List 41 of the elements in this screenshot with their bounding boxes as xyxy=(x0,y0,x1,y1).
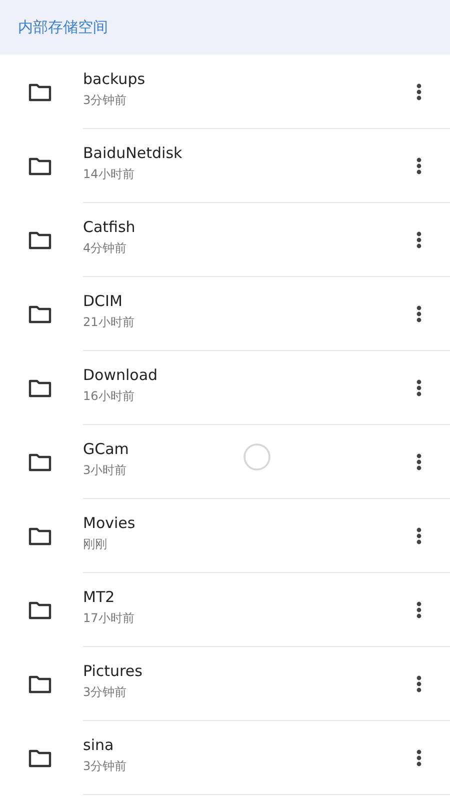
folder-name[interactable]: backups xyxy=(83,70,450,88)
modified-time: 4分钟前 xyxy=(83,240,128,257)
modified-time: 21小时前 xyxy=(83,314,136,331)
more-options-icon[interactable] xyxy=(416,527,422,545)
folder-name[interactable]: Download xyxy=(83,366,450,384)
folder-icon xyxy=(28,304,52,324)
folder-name[interactable]: DCIM xyxy=(83,292,450,310)
more-options-icon[interactable] xyxy=(416,379,422,397)
more-options-icon[interactable] xyxy=(416,305,422,323)
modified-time: 16小时前 xyxy=(83,388,136,405)
modified-time: 17小时前 xyxy=(83,610,136,627)
folder-icon xyxy=(28,748,52,768)
more-options-icon[interactable] xyxy=(416,749,422,767)
storage-title[interactable]: 内部存储空间 xyxy=(18,18,108,36)
folder-name[interactable]: BaiduNetdisk xyxy=(83,144,450,162)
folder-name[interactable]: Catfish xyxy=(83,218,450,236)
folder-icon xyxy=(28,230,52,250)
modified-time: 3分钟前 xyxy=(83,684,128,701)
folder-name[interactable]: Movies xyxy=(83,514,450,532)
modified-time: 3小时前 xyxy=(83,462,128,479)
folder-icon xyxy=(28,82,52,102)
modified-time: 3分钟前 xyxy=(83,758,128,775)
folder-icon xyxy=(28,378,52,398)
more-options-icon[interactable] xyxy=(416,83,422,101)
folder-icon xyxy=(28,600,52,620)
folder-name[interactable]: sina xyxy=(83,736,450,754)
more-options-icon[interactable] xyxy=(416,601,422,619)
modified-time: 14小时前 xyxy=(83,166,136,183)
folder-icon xyxy=(28,526,52,546)
folder-icon xyxy=(28,452,52,472)
folder-icon xyxy=(28,156,52,176)
folder-icon xyxy=(28,674,52,694)
folder-name[interactable]: Pictures xyxy=(83,662,450,680)
folder-name[interactable]: MT2 xyxy=(83,588,450,606)
more-options-icon[interactable] xyxy=(416,157,422,175)
more-options-icon[interactable] xyxy=(416,675,422,693)
folder-name[interactable]: GCam xyxy=(83,440,450,458)
more-options-icon[interactable] xyxy=(416,453,422,471)
modified-time: 刚刚 xyxy=(83,536,108,553)
more-options-icon[interactable] xyxy=(416,231,422,249)
modified-time: 3分钟前 xyxy=(83,92,128,109)
